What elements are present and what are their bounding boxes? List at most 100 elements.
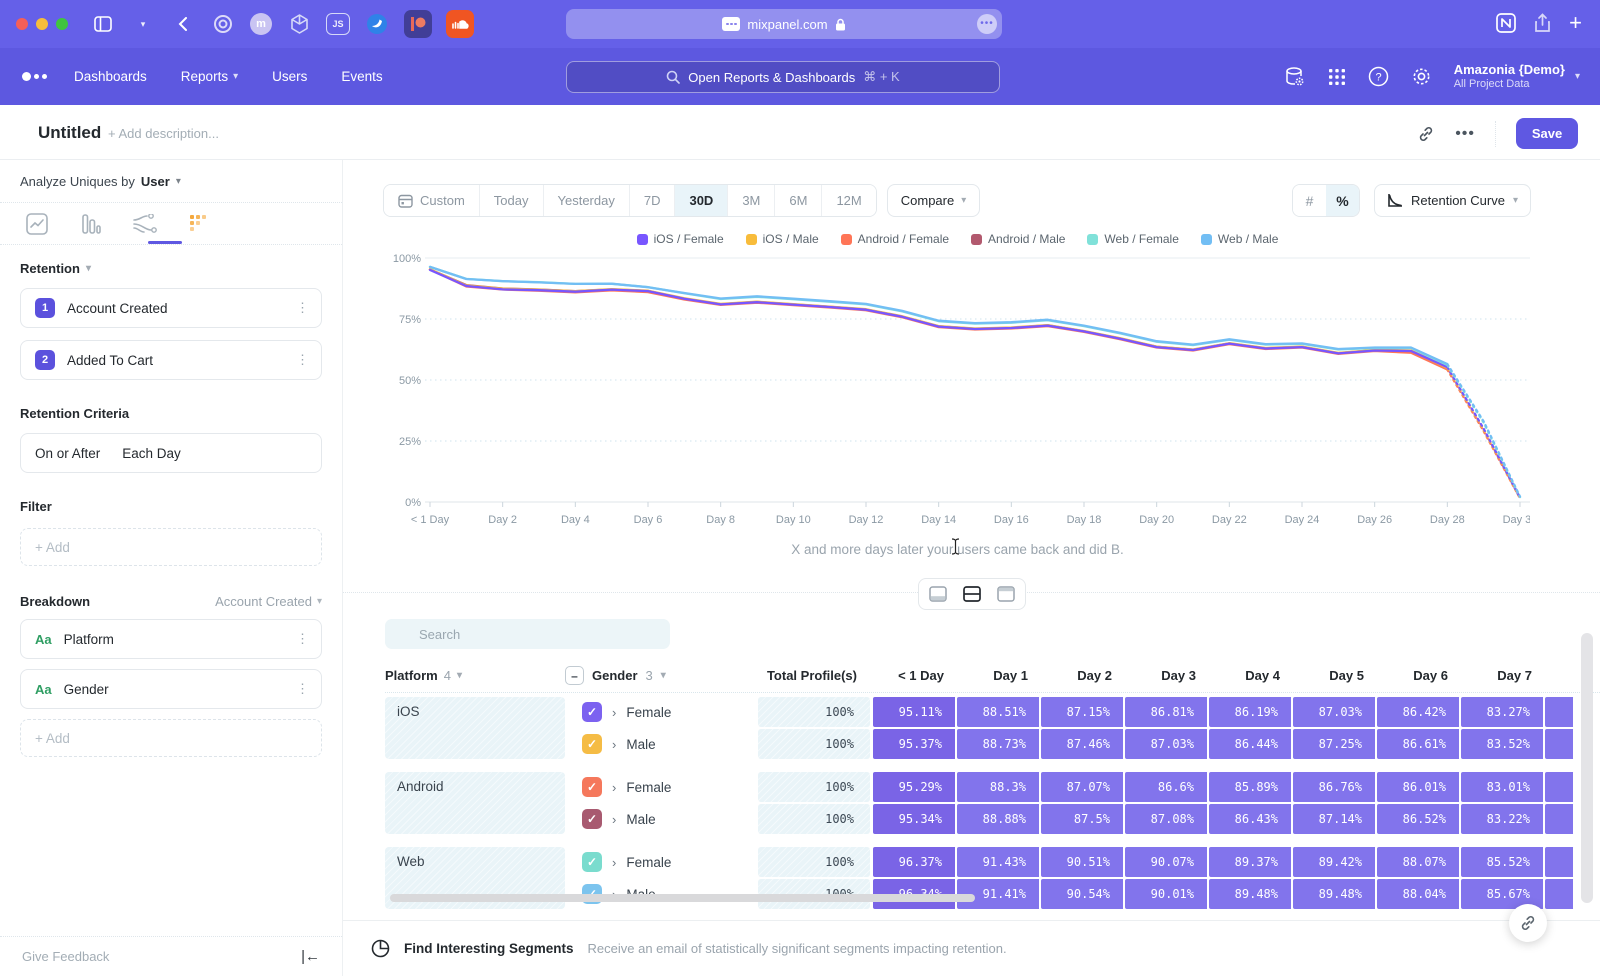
compare-button[interactable]: Compare ▾ (887, 184, 981, 217)
traffic-light-maximize-button[interactable] (56, 18, 68, 30)
horizontal-scrollbar[interactable] (390, 894, 975, 902)
event-card-added-to-cart[interactable]: 2Added To Cart⋮ (20, 340, 322, 380)
save-button[interactable]: Save (1516, 118, 1578, 149)
nav-item-events[interactable]: Events (341, 69, 382, 84)
kebab-menu-icon[interactable]: ⋮ (296, 631, 309, 647)
expand-row-icon[interactable]: › (612, 737, 616, 752)
apps-grid-icon[interactable] (1328, 68, 1346, 86)
find-interesting-segments-link[interactable]: Find Interesting Segments (404, 941, 574, 956)
day-header-day5[interactable]: Day 5 (1293, 668, 1377, 683)
nav-item-dashboards[interactable]: Dashboards (74, 69, 147, 84)
gender-column-header[interactable]: – Gender 3 ▾ (565, 666, 758, 685)
series-checkbox-checked[interactable]: ✓ (582, 702, 602, 722)
day-header-1day[interactable]: < 1 Day (873, 668, 957, 683)
tab-retention-selected[interactable] (182, 211, 216, 237)
kebab-menu-icon[interactable]: ⋮ (296, 300, 309, 316)
range-button-3m[interactable]: 3M (728, 185, 775, 216)
kebab-menu-icon[interactable]: ⋮ (296, 352, 309, 368)
event-card-account-created[interactable]: 1Account Created⋮ (20, 288, 322, 328)
legend-item[interactable]: Android / Male (971, 232, 1065, 246)
breakdown-card-platform[interactable]: AaPlatform⋮ (20, 619, 322, 659)
legend-item[interactable]: Web / Female (1087, 232, 1178, 246)
nav-item-users[interactable]: Users (272, 69, 307, 84)
kebab-menu-icon[interactable]: ⋮ (296, 681, 309, 697)
more-options-button[interactable]: ••• (1455, 125, 1475, 143)
bird-tab-icon[interactable] (364, 11, 390, 37)
filter-add-button[interactable]: + Add (20, 528, 322, 566)
range-button-6m[interactable]: 6M (775, 185, 822, 216)
series-checkbox-checked[interactable]: ✓ (582, 852, 602, 872)
percent-button[interactable]: % (1326, 185, 1359, 216)
day-header-day6[interactable]: Day 6 (1377, 668, 1461, 683)
expand-row-icon[interactable]: › (612, 812, 616, 827)
legend-item[interactable]: Web / Male (1201, 232, 1278, 246)
day-header-day3[interactable]: Day 3 (1125, 668, 1209, 683)
view-split-button-selected[interactable] (957, 583, 987, 605)
account-switcher[interactable]: Amazonia {Demo} All Project Data ▾ (1454, 62, 1580, 92)
avatar-m-tab-icon[interactable]: m (250, 13, 272, 35)
series-checkbox-checked[interactable]: ✓ (582, 734, 602, 754)
expand-row-icon[interactable]: › (612, 855, 616, 870)
legend-item[interactable]: iOS / Male (746, 232, 819, 246)
chart-type-dropdown[interactable]: Retention Curve ▾ (1374, 184, 1531, 217)
report-title[interactable]: Untitled (38, 123, 101, 143)
copy-link-icon[interactable] (1417, 125, 1435, 143)
share-link-fab[interactable] (1509, 904, 1547, 942)
notion-extension-icon[interactable] (1496, 13, 1516, 33)
day-header-day2[interactable]: Day 2 (1041, 668, 1125, 683)
settings-gear-icon[interactable] (1411, 66, 1432, 87)
nav-item-reports[interactable]: Reports▾ (181, 69, 238, 84)
data-management-icon[interactable] (1284, 66, 1306, 88)
sidebar-toggle-icon[interactable] (90, 11, 116, 37)
series-checkbox-checked[interactable]: ✓ (582, 777, 602, 797)
legend-item[interactable]: Android / Female (841, 232, 949, 246)
one-password-tab-icon[interactable] (210, 11, 236, 37)
back-icon[interactable] (170, 11, 196, 37)
patreon-tab-icon[interactable] (404, 10, 432, 38)
help-icon[interactable]: ? (1368, 66, 1389, 87)
legend-item[interactable]: iOS / Female (637, 232, 724, 246)
tab-flows[interactable] (128, 211, 162, 237)
breakdown-scope-select[interactable]: Account Created ▾ (215, 594, 322, 609)
series-checkbox-checked[interactable]: ✓ (582, 809, 602, 829)
day-header-day1[interactable]: Day 1 (957, 668, 1041, 683)
share-icon[interactable] (1534, 13, 1551, 33)
expand-row-icon[interactable]: › (612, 705, 616, 720)
cube-tab-icon[interactable] (286, 11, 312, 37)
tab-funnels[interactable] (74, 211, 108, 237)
breakdown-card-gender[interactable]: AaGender⋮ (20, 669, 322, 709)
absolute-numbers-button[interactable]: # (1293, 185, 1326, 216)
range-button-7d[interactable]: 7D (630, 185, 676, 216)
day-header-day7[interactable]: Day 7 (1461, 668, 1545, 683)
view-chart-only-button[interactable] (923, 583, 953, 605)
chevron-down-icon[interactable]: ▾ (130, 11, 156, 37)
range-button-12m[interactable]: 12M (822, 185, 875, 216)
add-description-field[interactable]: + Add description... (108, 126, 219, 141)
platform-column-header[interactable]: Platform 4 ▾ (385, 668, 565, 683)
view-table-only-button[interactable] (991, 583, 1021, 605)
retention-section-label[interactable]: Retention (20, 261, 80, 276)
url-bar[interactable]: mixpanel.com ••• (566, 9, 1002, 39)
new-tab-icon[interactable]: + (1569, 10, 1582, 36)
give-feedback-link[interactable]: Give Feedback (22, 949, 109, 964)
mixpanel-logo[interactable] (22, 72, 47, 81)
tab-insights[interactable] (20, 211, 54, 237)
criteria-on-or-after[interactable]: On or After (35, 446, 100, 461)
breakdown-add-button[interactable]: + Add (20, 719, 322, 757)
analyze-value[interactable]: User (141, 174, 170, 189)
range-button-today[interactable]: Today (480, 185, 544, 216)
range-button-custom[interactable]: Custom (384, 185, 480, 216)
vertical-scrollbar[interactable] (1581, 633, 1593, 903)
criteria-each-day[interactable]: Each Day (122, 446, 181, 461)
total-profiles-header[interactable]: Total Profile(s) (758, 668, 873, 683)
js-tab-icon[interactable]: JS (326, 13, 350, 35)
select-all-checkbox-indeterminate[interactable]: – (565, 666, 584, 685)
expand-row-icon[interactable]: › (612, 780, 616, 795)
global-search-button[interactable]: Open Reports & Dashboards ⌘ + K (566, 61, 1000, 93)
table-search-input[interactable] (385, 619, 670, 649)
retention-criteria-card[interactable]: On or After Each Day (20, 433, 322, 473)
range-button-30d[interactable]: 30D (675, 185, 728, 216)
traffic-light-minimize-button[interactable] (36, 18, 48, 30)
collapse-sidebar-icon[interactable]: |← (301, 948, 320, 965)
day-header-day4[interactable]: Day 4 (1209, 668, 1293, 683)
